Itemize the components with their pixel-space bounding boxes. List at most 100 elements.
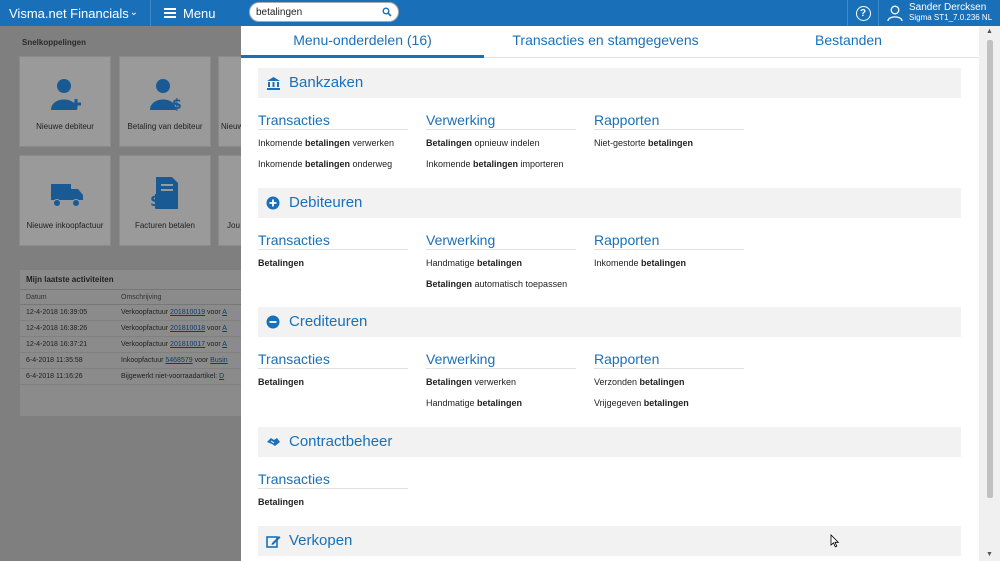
- column-verwerking: Verwerking Handmatige betalingen Betalin…: [426, 232, 576, 292]
- help-button[interactable]: ?: [847, 0, 879, 26]
- col-description: Omschrijving: [121, 294, 162, 301]
- table-row[interactable]: 12-4-2018 16:37:21 Verkoopfactuur 201810…: [20, 337, 242, 353]
- add-person-icon: [51, 79, 81, 110]
- help-icon: ?: [855, 5, 871, 21]
- row-link[interactable]: 201810017: [170, 341, 205, 348]
- company-switcher[interactable]: Visma.net Financials ⌄: [0, 0, 151, 26]
- tile-pay-invoices[interactable]: $ Facturen betalen: [119, 155, 211, 246]
- row-link2[interactable]: A: [222, 341, 227, 348]
- menu-link[interactable]: Inkomende betalingen verwerken: [258, 136, 408, 151]
- tile-label: Nieuwe debiteur: [36, 122, 94, 131]
- item-pre: Inkomende: [258, 159, 306, 169]
- plus-circle-icon: [266, 196, 280, 210]
- results-tabs: Menu-onderdelen (16) Transacties en stam…: [241, 26, 979, 58]
- user-icon: [887, 5, 903, 21]
- search-icon[interactable]: [382, 7, 392, 17]
- tab-files[interactable]: Bestanden: [727, 26, 970, 58]
- section-title: Verkopen: [289, 532, 353, 549]
- row-suffix: voor: [194, 357, 209, 364]
- table-row[interactable]: 6-4-2018 11:35:58 Inkoopfactuur 5468579 …: [20, 353, 242, 369]
- row-suffix: voor: [207, 325, 221, 332]
- user-menu[interactable]: Sander Dercksen Sigma ST1_7.0.236 NL: [886, 2, 992, 23]
- user-company: Sigma ST1_7.0.236 NL: [909, 13, 993, 22]
- item-post: verwerken: [472, 377, 517, 387]
- menu-link[interactable]: Verzonden betalingen: [594, 375, 744, 390]
- menu-link[interactable]: Niet-gestorte betalingen: [594, 136, 744, 151]
- activities-header: Datum Omschrijving: [20, 290, 242, 305]
- tile-partial[interactable]: Jou: [218, 155, 242, 246]
- row-link2[interactable]: A: [222, 325, 227, 332]
- item-bold: betalingen: [648, 138, 694, 148]
- item-bold: betalingen: [643, 398, 689, 408]
- menu-link[interactable]: Betalingen opnieuw indelen: [426, 136, 576, 151]
- menu-link[interactable]: Handmatige betalingen: [426, 396, 576, 411]
- column-transacties: Transacties Betalingen: [258, 232, 408, 271]
- table-row[interactable]: 12-4-2018 16:38:26 Verkoopfactuur 201810…: [20, 321, 242, 337]
- item-bold: Betalingen: [258, 377, 305, 387]
- tile-new-customer[interactable]: Nieuwe debiteur: [19, 56, 111, 147]
- svg-text:$: $: [172, 97, 182, 111]
- row-description: Verkoopfactuur 201810018 voor A: [121, 321, 227, 337]
- row-link2[interactable]: Busin: [210, 357, 228, 364]
- scroll-up-icon[interactable]: ▲: [979, 26, 1000, 38]
- activities-title: Mijn laatste activiteiten: [20, 270, 242, 290]
- menu-link[interactable]: Betalingen automatisch toepassen: [426, 277, 576, 292]
- column-verwerking: Verwerking Betalingen opnieuw indelen In…: [426, 112, 576, 172]
- row-description: Verkoopfactuur 201810017 voor A: [121, 337, 227, 353]
- item-post: verwerken: [350, 138, 395, 148]
- menu-link[interactable]: Betalingen: [258, 256, 408, 271]
- item-bold: betalingen: [641, 258, 687, 268]
- column-title: Rapporten: [594, 232, 744, 250]
- column-transacties: Transacties Betalingen: [258, 471, 408, 510]
- row-link[interactable]: 5468579: [165, 357, 192, 364]
- menu-link[interactable]: Betalingen: [258, 375, 408, 390]
- menu-button[interactable]: Menu: [151, 0, 241, 26]
- menu-link[interactable]: Inkomende betalingen: [594, 256, 744, 271]
- tab-menu-items[interactable]: Menu-onderdelen (16): [241, 26, 484, 58]
- section-header: Contractbeheer: [258, 427, 961, 457]
- row-link[interactable]: 201810018: [170, 325, 205, 332]
- search-input[interactable]: [256, 5, 376, 20]
- row-link2[interactable]: D: [219, 373, 224, 380]
- menu-link[interactable]: Handmatige betalingen: [426, 256, 576, 271]
- column-verwerking: Verwerking Betalingen verwerken Handmati…: [426, 351, 576, 411]
- menu-link[interactable]: Betalingen: [258, 495, 408, 510]
- item-bold: Betalingen: [258, 258, 305, 268]
- table-row[interactable]: 12-4-2018 16:39:05 Verkoopfactuur 201810…: [20, 305, 242, 321]
- column-title: Verwerking: [426, 351, 576, 369]
- item-pre: Inkomende: [258, 138, 306, 148]
- col-date: Datum: [26, 294, 47, 301]
- menu-link[interactable]: Inkomende betalingen onderweg: [258, 157, 408, 172]
- scroll-thumb[interactable]: [987, 40, 993, 498]
- table-row[interactable]: 6-4-2018 11:16:26 Bijgewerkt niet-voorra…: [20, 369, 242, 385]
- item-bold: betalingen: [305, 159, 351, 169]
- tile-customer-payment[interactable]: $ Betaling van debiteur: [119, 56, 211, 147]
- menu-link[interactable]: Betalingen verwerken: [426, 375, 576, 390]
- item-pre: Inkomende: [594, 258, 642, 268]
- row-link[interactable]: 201810019: [170, 309, 205, 316]
- row-date: 12-4-2018 16:37:21: [26, 341, 88, 348]
- column-title: Transacties: [258, 471, 408, 489]
- tile-label: Nieuw: [221, 122, 241, 131]
- section-contractbeheer: Contractbeheer Transacties Betalingen: [258, 427, 961, 507]
- column-title: Verwerking: [426, 112, 576, 130]
- column-title: Transacties: [258, 232, 408, 250]
- row-date: 6-4-2018 11:16:26: [26, 373, 83, 380]
- bank-icon: [267, 77, 280, 90]
- scroll-down-icon[interactable]: ▼: [979, 549, 1000, 561]
- item-bold: betalingen: [639, 377, 685, 387]
- menu-link[interactable]: Vrijgegeven betalingen: [594, 396, 744, 411]
- tile-partial[interactable]: Nieuw: [218, 56, 242, 147]
- row-link2[interactable]: A: [222, 309, 227, 316]
- tile-label: Betaling van debiteur: [127, 122, 203, 131]
- section-title: Debiteuren: [289, 194, 363, 211]
- item-pre: Handmatige: [426, 258, 478, 268]
- scrollbar[interactable]: ▲ ▼: [979, 26, 1000, 561]
- mouse-cursor-icon: [830, 534, 840, 548]
- handshake-icon: [267, 438, 280, 446]
- tab-transactions[interactable]: Transacties en stamgegevens: [484, 26, 727, 58]
- row-suffix: voor: [207, 341, 221, 348]
- menu-link[interactable]: Inkomende betalingen importeren: [426, 157, 576, 172]
- recent-activities: Mijn laatste activiteiten Datum Omschrij…: [20, 270, 242, 416]
- tile-new-purchase-invoice[interactable]: Nieuwe inkoopfactuur: [19, 155, 111, 246]
